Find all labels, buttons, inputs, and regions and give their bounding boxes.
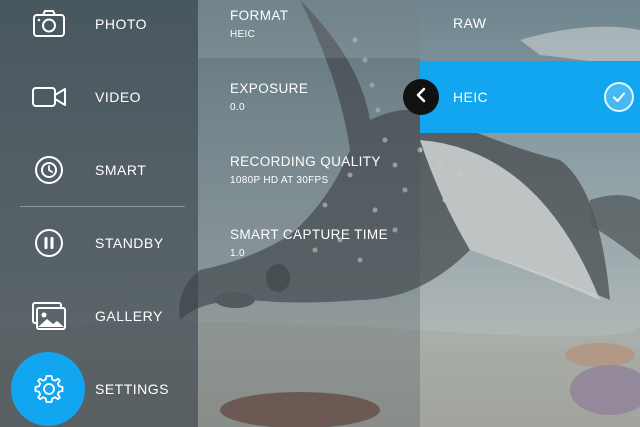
camera-settings-screen: PHOTO VIDEO SMART STANDBY GALLERY SETTIN… bbox=[0, 0, 640, 427]
setting-value: 0.0 bbox=[230, 102, 245, 113]
pause-icon bbox=[30, 224, 68, 262]
menu-item-photo[interactable]: PHOTO bbox=[0, 0, 198, 60]
video-camera-icon bbox=[30, 78, 68, 116]
setting-value: HEIC bbox=[230, 29, 256, 40]
back-button[interactable] bbox=[403, 79, 439, 115]
setting-name: SMART CAPTURE TIME bbox=[230, 227, 388, 242]
option-heic[interactable]: HEIC bbox=[420, 61, 640, 133]
menu-item-label: GALLERY bbox=[95, 307, 163, 324]
menu-item-standby[interactable]: STANDBY bbox=[0, 206, 198, 279]
setting-name: FORMAT bbox=[230, 8, 289, 23]
menu-item-label: VIDEO bbox=[95, 88, 142, 105]
option-label: HEIC bbox=[453, 89, 489, 105]
gallery-icon bbox=[30, 297, 68, 335]
menu-item-label: PHOTO bbox=[95, 15, 148, 32]
menu-item-label: STANDBY bbox=[95, 234, 164, 251]
mode-menu: PHOTO VIDEO SMART STANDBY GALLERY SETTIN… bbox=[0, 0, 198, 427]
setting-recording-quality[interactable]: RECORDING QUALITY 1080P HD AT 30FPS bbox=[230, 154, 381, 186]
checkmark-icon bbox=[604, 82, 634, 112]
menu-item-video[interactable]: VIDEO bbox=[0, 60, 198, 133]
menu-item-smart[interactable]: SMART bbox=[0, 133, 198, 206]
menu-item-label: SETTINGS bbox=[95, 380, 170, 397]
menu-item-settings[interactable]: SETTINGS bbox=[0, 352, 198, 425]
format-options-panel: RAW HEIC bbox=[420, 0, 640, 427]
chevron-left-icon bbox=[414, 87, 428, 108]
menu-item-label: SMART bbox=[95, 161, 147, 178]
setting-smart-capture-time[interactable]: SMART CAPTURE TIME 1.0 bbox=[230, 227, 388, 259]
setting-value: 1.0 bbox=[230, 248, 245, 259]
setting-name: RECORDING QUALITY bbox=[230, 154, 381, 169]
option-label: RAW bbox=[453, 15, 487, 31]
gear-icon bbox=[30, 370, 68, 408]
option-raw[interactable]: RAW bbox=[420, 0, 640, 59]
setting-format[interactable]: FORMAT HEIC bbox=[230, 8, 288, 40]
settings-list: FORMAT HEIC EXPOSURE 0.0 RECORDING QUALI… bbox=[198, 0, 420, 427]
setting-value: 1080P HD AT 30FPS bbox=[230, 175, 329, 186]
smart-capture-icon bbox=[30, 151, 68, 189]
setting-exposure[interactable]: EXPOSURE 0.0 bbox=[230, 81, 308, 113]
menu-item-gallery[interactable]: GALLERY bbox=[0, 279, 198, 352]
setting-name: EXPOSURE bbox=[230, 81, 309, 96]
camera-icon bbox=[30, 5, 68, 43]
